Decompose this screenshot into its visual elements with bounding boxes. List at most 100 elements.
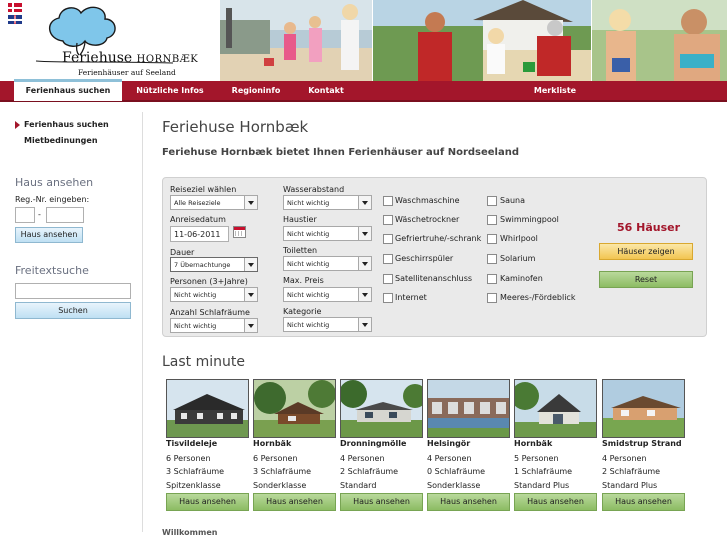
card-haus-ansehen-button[interactable]: Haus ansehen <box>514 493 597 511</box>
house-name[interactable]: Hornbäk <box>514 439 552 448</box>
house-class: Sonderklasse <box>427 481 481 490</box>
checkbox-sauna[interactable] <box>487 196 497 206</box>
anreisedatum-input[interactable] <box>170 226 229 242</box>
house-persons: 4 Personen <box>427 454 472 463</box>
kategorie-select[interactable]: Nicht wichtig <box>283 317 372 332</box>
tab-kontakt[interactable]: Kontakt <box>298 81 354 100</box>
checkbox-label: Solarium <box>500 254 536 263</box>
house-rooms: 3 Schlafräume <box>166 467 225 476</box>
checkbox-waeschetrockner[interactable] <box>383 215 393 225</box>
card-haus-ansehen-button[interactable]: Haus ansehen <box>427 493 510 511</box>
header-photo-beach-kids <box>220 0 372 81</box>
max-preis-select[interactable]: Nicht wichtig <box>283 287 372 302</box>
house-name[interactable]: Hornbäk <box>253 439 291 448</box>
schlafraeume-value: Nicht wichtig <box>174 322 217 330</box>
card-haus-ansehen-button[interactable]: Haus ansehen <box>602 493 685 511</box>
house-rooms: 2 Schlafräume <box>602 467 661 476</box>
checkbox-gefriertruhe[interactable] <box>383 234 393 244</box>
reiseziel-select[interactable]: Alle Reiseziele <box>170 195 258 210</box>
house-class: Standard Plus <box>514 481 570 490</box>
checkbox-swimmingpool[interactable] <box>487 215 497 225</box>
suchen-button[interactable]: Suchen <box>15 302 131 319</box>
house-photo-2[interactable] <box>253 379 336 438</box>
wasserabstand-select[interactable]: Nicht wichtig <box>283 195 372 210</box>
sidebar-link-ferienhaus-suchen[interactable]: Ferienhaus suchen <box>24 120 109 129</box>
reg-nr-dash: - <box>38 210 41 219</box>
calendar-icon[interactable] <box>233 226 246 238</box>
result-count: 56 Häuser <box>617 221 681 234</box>
house-photo-1[interactable] <box>166 379 249 438</box>
toiletten-select[interactable]: Nicht wichtig <box>283 256 372 271</box>
chevron-down-icon <box>244 196 257 209</box>
freetext-search-input[interactable] <box>15 283 131 299</box>
haustier-select[interactable]: Nicht wichtig <box>283 226 372 241</box>
house-persons: 5 Personen <box>514 454 559 463</box>
reiseziel-value: Alle Reiseziele <box>174 199 221 207</box>
haus-ansehen-button[interactable]: Haus ansehen <box>15 227 83 243</box>
checkbox-whirlpool[interactable] <box>487 234 497 244</box>
house-persons: 6 Personen <box>253 454 298 463</box>
uk-flag-icon[interactable] <box>8 15 22 24</box>
house-class: Sonderklasse <box>253 481 307 490</box>
personen-select[interactable]: Nicht wichtig <box>170 287 258 302</box>
tab-regioninfo[interactable]: Regioninfo <box>222 81 290 100</box>
sidebar-link-mietbedingungen[interactable]: Mietbedinungen <box>24 136 98 145</box>
house-name[interactable]: Smidstrup Strand <box>602 439 682 448</box>
header: Feriehuse Hornbæk Ferienhäuser auf Seela… <box>0 0 727 81</box>
tab-merkliste[interactable]: Merkliste <box>526 81 584 100</box>
house-name[interactable]: Tisvildeleje <box>166 439 217 448</box>
checkbox-solarium[interactable] <box>487 254 497 264</box>
house-name[interactable]: Helsingör <box>427 439 470 448</box>
anreisedatum-label: Anreisedatum <box>170 215 226 224</box>
kategorie-label: Kategorie <box>283 307 322 316</box>
checkbox-geschirrspueler[interactable] <box>383 254 393 264</box>
brand-name-place: Hornbæk <box>136 54 199 65</box>
checkbox-label: Satellitenanschluss <box>395 274 473 283</box>
kategorie-value: Nicht wichtig <box>287 321 330 329</box>
tab-ferienhaus-suchen[interactable]: Ferienhaus suchen <box>14 79 122 101</box>
checkbox-meeresblick[interactable] <box>487 293 497 303</box>
house-photo-3[interactable] <box>340 379 423 438</box>
reiseziel-label: Reiseziel wählen <box>170 185 237 194</box>
checkbox-label: Internet <box>395 293 427 302</box>
header-photo-mother-child <box>592 0 727 81</box>
house-persons: 4 Personen <box>602 454 647 463</box>
card-haus-ansehen-button[interactable]: Haus ansehen <box>340 493 423 511</box>
chevron-down-icon <box>244 288 257 301</box>
house-class: Standard Plus <box>602 481 658 490</box>
checkbox-internet[interactable] <box>383 293 393 303</box>
house-photo-4[interactable] <box>427 379 510 438</box>
checkbox-kaminofen[interactable] <box>487 274 497 284</box>
page-subtitle: Feriehuse Hornbæk bietet Ihnen Ferienhäu… <box>162 147 519 158</box>
checkbox-label: Wäschetrockner <box>395 215 460 224</box>
house-rooms: 3 Schlafräume <box>253 467 312 476</box>
house-persons: 4 Personen <box>340 454 385 463</box>
schlafraeume-label: Anzahl Schlafräume <box>170 308 250 317</box>
reset-button[interactable]: Reset <box>599 271 693 288</box>
house-photo-5[interactable] <box>514 379 597 438</box>
max-preis-value: Nicht wichtig <box>287 291 330 299</box>
reg-nr-number-input[interactable] <box>46 207 84 223</box>
brand-name[interactable]: Feriehuse Hornbæk <box>62 50 198 66</box>
tab-nuetzliche-infos[interactable]: Nützliche Infos <box>128 81 212 100</box>
sidebar-heading-freitextsuche: Freitextsuche <box>15 264 89 277</box>
card-haus-ansehen-button[interactable]: Haus ansehen <box>253 493 336 511</box>
house-photo-6[interactable] <box>602 379 685 438</box>
reg-nr-prefix-input[interactable] <box>15 207 35 223</box>
house-class: Standard <box>340 481 377 490</box>
card-haus-ansehen-button[interactable]: Haus ansehen <box>166 493 249 511</box>
checkbox-satellitenanschluss[interactable] <box>383 274 393 284</box>
chevron-down-icon <box>244 319 257 332</box>
wasserabstand-value: Nicht wichtig <box>287 199 330 207</box>
dauer-select[interactable]: 7 Übernachtunge <box>170 257 258 272</box>
checkbox-waschmaschine[interactable] <box>383 196 393 206</box>
sidebar-heading-haus-ansehen: Haus ansehen <box>15 176 94 189</box>
danish-flag-icon[interactable] <box>8 3 22 12</box>
dauer-label: Dauer <box>170 248 195 257</box>
house-name[interactable]: Dronningmölle <box>340 439 406 448</box>
schlafraeume-select[interactable]: Nicht wichtig <box>170 318 258 333</box>
brand-subtitle: Ferienhäuser auf Seeland <box>78 68 176 77</box>
checkbox-label: Geschirrspüler <box>395 254 454 263</box>
active-arrow-icon <box>15 121 20 129</box>
haeuser-zeigen-button[interactable]: Häuser zeigen <box>599 243 693 260</box>
